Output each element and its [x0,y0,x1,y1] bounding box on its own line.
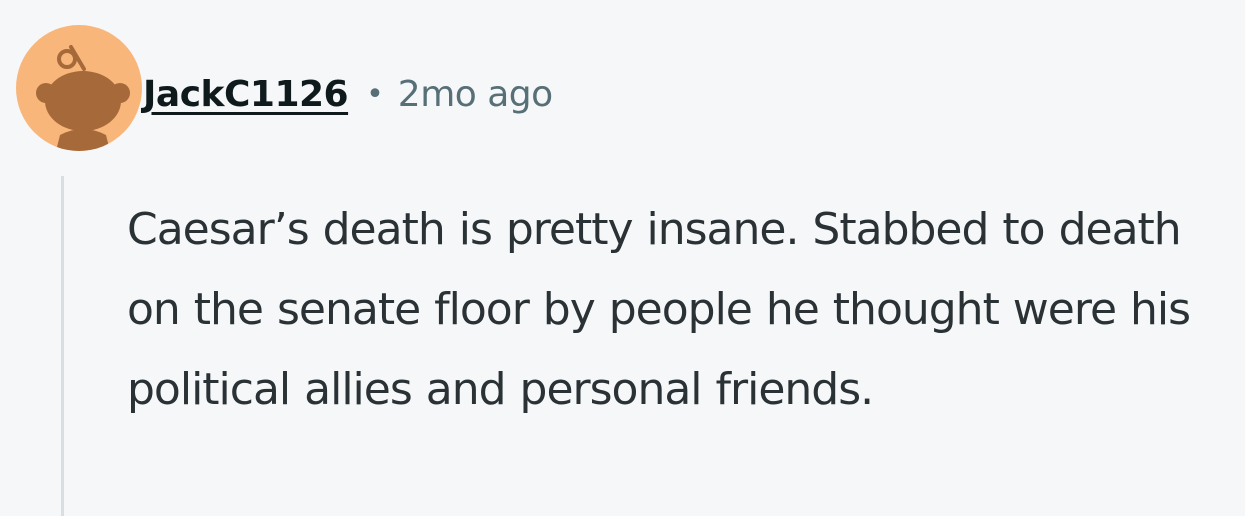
username-link[interactable]: JackC1126 [143,74,349,115]
user-avatar[interactable] [16,25,142,151]
snoo-icon [36,45,130,151]
comment-meta: JackC1126 • 2mo ago [143,64,553,124]
comment: JackC1126 • 2mo ago Caesar’s death is pr… [0,0,1245,516]
separator-dot: • [366,76,384,112]
comment-body: Caesar’s death is pretty insane. Stabbed… [127,204,1191,415]
timestamp[interactable]: 2mo ago [398,74,553,115]
thread-line[interactable] [61,176,64,516]
